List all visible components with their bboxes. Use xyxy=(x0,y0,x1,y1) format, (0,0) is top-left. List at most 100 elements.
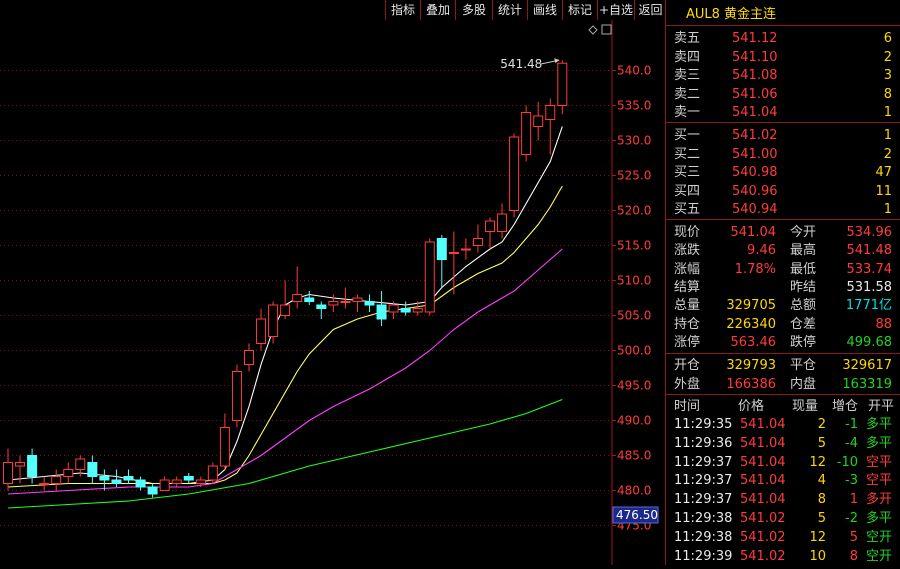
ask-label: 卖二 xyxy=(674,86,701,102)
stat-row: 涨幅 1.78% 最低 533.74 xyxy=(666,260,900,279)
candle-body xyxy=(171,479,182,484)
bid-price: 541.00 xyxy=(732,146,778,162)
tick-increase: 8 xyxy=(849,548,858,564)
tick-price: 541.02 xyxy=(740,548,786,564)
y-tick-label: 540.0 xyxy=(617,64,651,78)
candle xyxy=(231,364,242,428)
candle xyxy=(87,455,98,484)
bid-volume: 1 xyxy=(883,128,892,143)
tick-volume: 5 xyxy=(817,435,826,451)
ask-volume: 6 xyxy=(883,31,892,46)
tick-type: 多平 xyxy=(866,417,893,432)
bid-volume: 1 xyxy=(883,202,892,218)
ask-label: 卖四 xyxy=(674,49,701,65)
ask-price: 541.08 xyxy=(732,68,778,84)
candle-body xyxy=(268,304,279,337)
stat-value: 1771亿 xyxy=(845,298,892,314)
candle-body xyxy=(424,241,435,313)
tick-type: 多平 xyxy=(866,511,893,526)
stat-label: 涨幅 xyxy=(674,261,701,277)
bid-row: 买四 540.96 11 xyxy=(666,182,900,201)
ask-label: 卖五 xyxy=(674,31,701,46)
ask-price: 541.04 xyxy=(732,105,778,121)
candle-body xyxy=(147,486,158,495)
stat-value: 533.74 xyxy=(846,261,893,277)
candle-body xyxy=(231,371,242,421)
stat-value: 88 xyxy=(875,316,892,332)
candle-body xyxy=(352,297,363,302)
candle-body xyxy=(195,479,206,484)
oc-label: 平仓 xyxy=(790,358,817,373)
ticks-header-cell: 价格 xyxy=(738,399,765,414)
candle xyxy=(521,105,532,162)
bid-label: 买四 xyxy=(674,183,701,199)
candle-body xyxy=(436,238,447,260)
candle-body xyxy=(400,308,411,313)
multi-stock-button[interactable]: 多股 xyxy=(455,0,492,20)
bid-volume: 47 xyxy=(875,165,892,181)
bid-row: 买三 540.98 47 xyxy=(666,163,900,182)
mark-button[interactable]: 标记 xyxy=(562,0,597,20)
candle-body xyxy=(509,136,520,211)
y-tick-label: 495.0 xyxy=(617,379,651,393)
indicator-button[interactable]: 指标 xyxy=(385,0,420,20)
ask-price: 541.10 xyxy=(732,49,778,65)
tick-increase: -10 xyxy=(836,454,858,470)
ticks-header: 时间 价格 现量 增仓 开平 xyxy=(666,397,900,416)
stat-label: 仓差 xyxy=(790,316,817,332)
tick-volume: 5 xyxy=(817,511,826,526)
add-watchlist-button[interactable]: +自选 xyxy=(597,0,634,20)
ticks-header-cell: 增仓 xyxy=(832,399,859,414)
oc-value: 329617 xyxy=(842,358,892,373)
candle xyxy=(99,469,110,491)
tick-row: 11:29:37 541.04 12 -10 空平 xyxy=(666,453,900,472)
tick-row: 11:29:39 541.02 10 8 空开 xyxy=(666,547,900,566)
candle xyxy=(183,473,194,484)
candle xyxy=(472,224,483,253)
candle xyxy=(292,266,303,309)
candlestick-chart-svg[interactable]: 540.0 535.0 530.0 525.0 520.0 515.0 510.0 505.0… xyxy=(0,20,665,565)
stat-row: 现价 541.04 今开 534.96 xyxy=(666,223,900,242)
candle xyxy=(51,469,62,491)
price-tag-label: 476.50 xyxy=(616,508,658,522)
stat-row: 涨停 563.46 跌停 499.68 xyxy=(666,333,900,352)
y-tick-label: 480.0 xyxy=(617,484,651,498)
stat-value: 226340 xyxy=(726,316,776,332)
kline-chart[interactable]: 540.0 535.0 530.0 525.0 520.0 515.0 510.0 505.0… xyxy=(0,20,665,565)
tick-row: 11:29:38 541.02 12 5 空开 xyxy=(666,528,900,547)
bid-price: 541.02 xyxy=(732,128,778,143)
openclose-row: 外盘 166386 内盘 163319 xyxy=(666,375,900,394)
candle-body xyxy=(135,479,146,488)
bid-price: 540.96 xyxy=(732,183,778,199)
statistics-button[interactable]: 统计 xyxy=(492,0,527,20)
y-tick-label: 515.0 xyxy=(617,239,651,253)
draw-line-button[interactable]: 画线 xyxy=(527,0,562,20)
back-button[interactable]: 返回 xyxy=(634,0,666,20)
bid-price: 540.94 xyxy=(732,202,778,218)
stat-label: 涨跌 xyxy=(674,243,701,259)
stat-label: 持仓 xyxy=(674,316,701,332)
candle-body xyxy=(87,462,98,477)
stat-row: 持仓 226340 仓差 88 xyxy=(666,315,900,334)
ask-row: 卖一 541.04 1 xyxy=(666,103,900,122)
candle-body xyxy=(219,427,230,467)
tick-price: 541.04 xyxy=(740,435,786,451)
arrow-head-icon xyxy=(554,58,560,64)
y-tick-label: 525.0 xyxy=(617,169,651,183)
candle xyxy=(364,294,375,312)
ask-row: 卖二 541.06 8 xyxy=(666,85,900,104)
bid-label: 买一 xyxy=(674,128,701,143)
ticks-header-cell: 开平 xyxy=(868,399,895,414)
y-tick-label: 535.0 xyxy=(617,99,651,113)
candle-body xyxy=(123,476,134,481)
overlay-button[interactable]: 叠加 xyxy=(420,0,455,20)
candle-body xyxy=(27,455,38,477)
tick-price: 541.02 xyxy=(740,529,786,545)
candle-body xyxy=(557,62,568,106)
stat-label: 今开 xyxy=(790,225,817,240)
tick-type: 空平 xyxy=(866,473,893,489)
candle-body xyxy=(63,469,74,477)
candle-body xyxy=(51,476,62,484)
stat-label: 跌停 xyxy=(790,334,817,350)
tick-type: 多平 xyxy=(866,435,893,451)
